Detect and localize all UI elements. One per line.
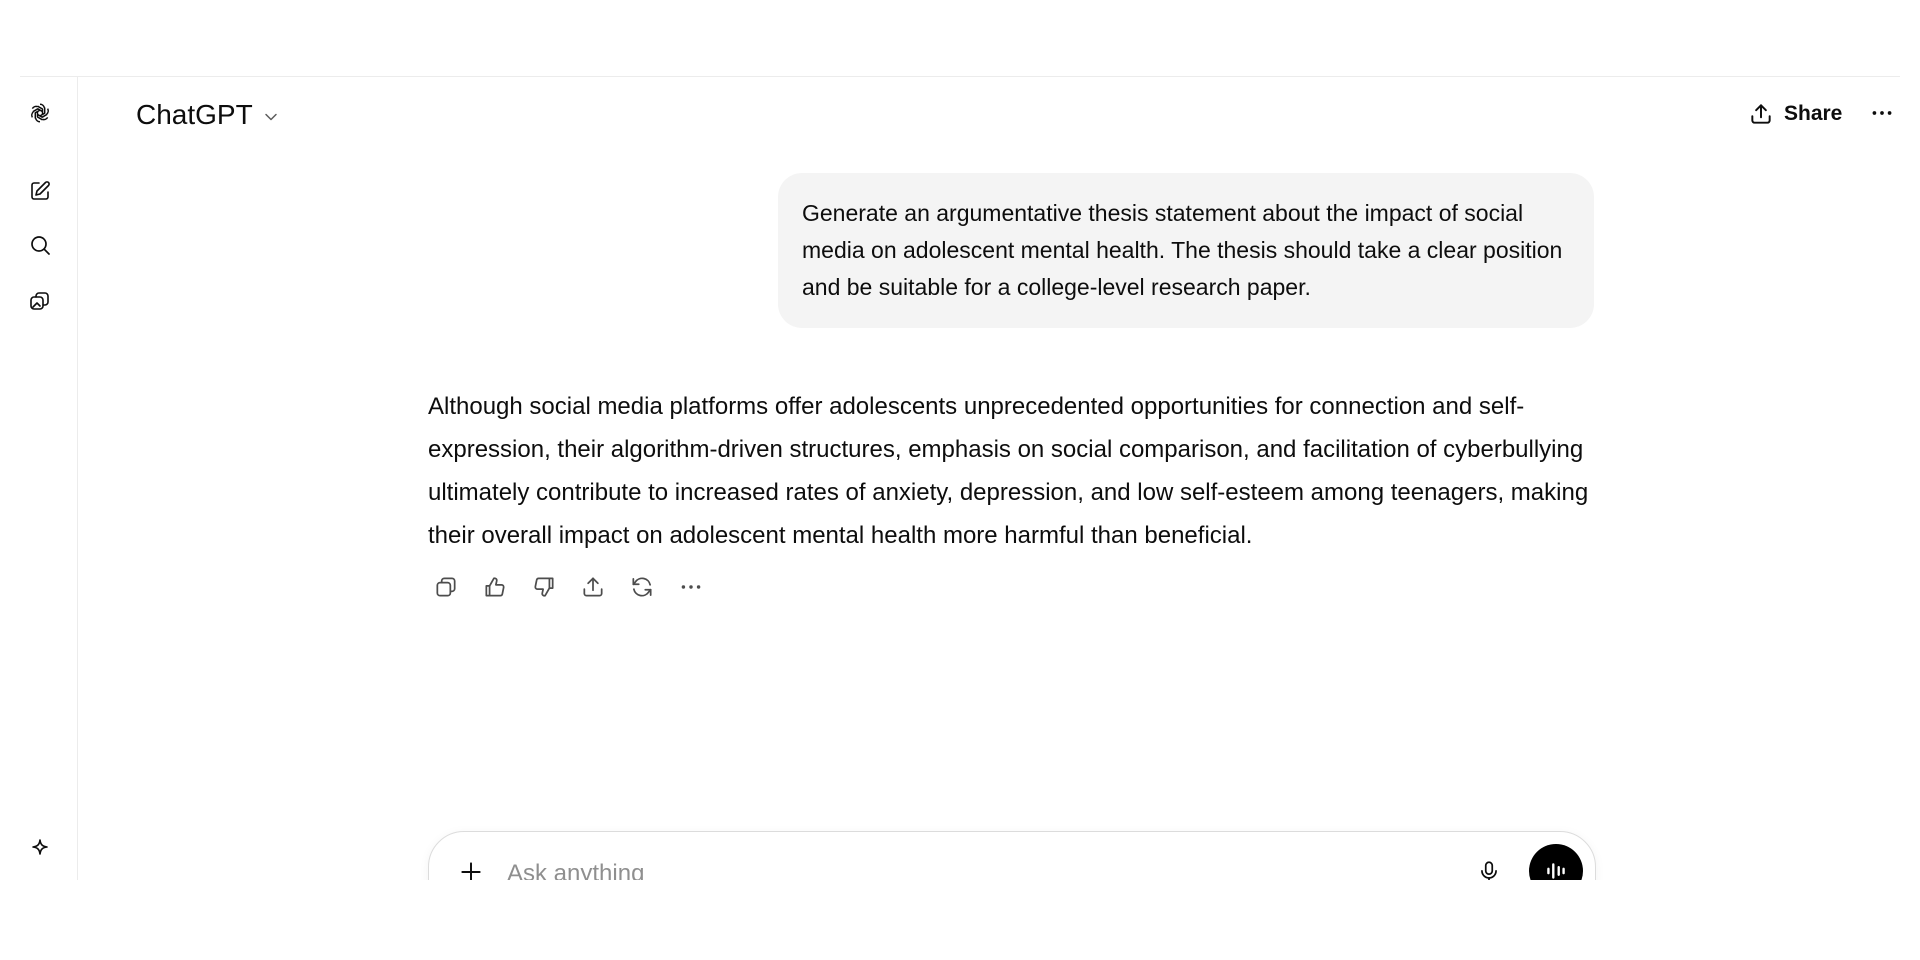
library-icon[interactable] bbox=[22, 283, 58, 319]
microphone-icon bbox=[1481, 861, 1497, 880]
prompt-input[interactable] bbox=[507, 856, 1407, 880]
sparkle-icon[interactable] bbox=[22, 831, 58, 867]
share-icon bbox=[1751, 104, 1771, 124]
more-horizontal-icon bbox=[681, 585, 701, 589]
regenerate-icon bbox=[632, 577, 652, 597]
more-actions-button[interactable] bbox=[673, 569, 709, 605]
thumbs-down-button[interactable] bbox=[526, 569, 562, 605]
assistant-message: Although social media platforms offer ad… bbox=[428, 393, 1589, 549]
chevron-down-icon bbox=[264, 113, 277, 120]
voice-waveform-icon bbox=[1547, 863, 1565, 879]
share-message-button[interactable] bbox=[575, 569, 611, 605]
new-chat-icon[interactable] bbox=[22, 173, 58, 209]
model-selector[interactable]: ChatGPT bbox=[130, 95, 287, 135]
sidebar bbox=[20, 77, 78, 880]
message-actions bbox=[428, 569, 709, 605]
composer bbox=[428, 831, 1596, 880]
model-name: ChatGPT bbox=[136, 99, 253, 130]
share-icon bbox=[583, 577, 603, 597]
user-message: Generate an argumentative thesis stateme… bbox=[778, 173, 1594, 328]
plus-icon bbox=[461, 862, 481, 880]
attach-button[interactable] bbox=[453, 854, 489, 880]
search-icon[interactable] bbox=[22, 227, 58, 263]
thumbs-down-icon bbox=[534, 577, 554, 597]
copy-button[interactable] bbox=[428, 569, 464, 605]
voice-mode-button[interactable] bbox=[1529, 844, 1583, 880]
dictate-button[interactable] bbox=[1471, 854, 1507, 880]
regenerate-button[interactable] bbox=[624, 569, 660, 605]
app-window: ChatGPT Share Generate an argumentative … bbox=[20, 76, 1900, 880]
share-button[interactable]: Share bbox=[1740, 97, 1850, 131]
more-options-button[interactable] bbox=[1864, 97, 1900, 129]
thumbs-up-button[interactable] bbox=[477, 569, 513, 605]
copy-icon bbox=[436, 577, 456, 597]
more-horizontal-icon bbox=[1872, 111, 1892, 115]
openai-logo-icon[interactable] bbox=[22, 95, 58, 131]
thumbs-up-icon bbox=[485, 577, 505, 597]
share-label: Share bbox=[1784, 102, 1843, 125]
